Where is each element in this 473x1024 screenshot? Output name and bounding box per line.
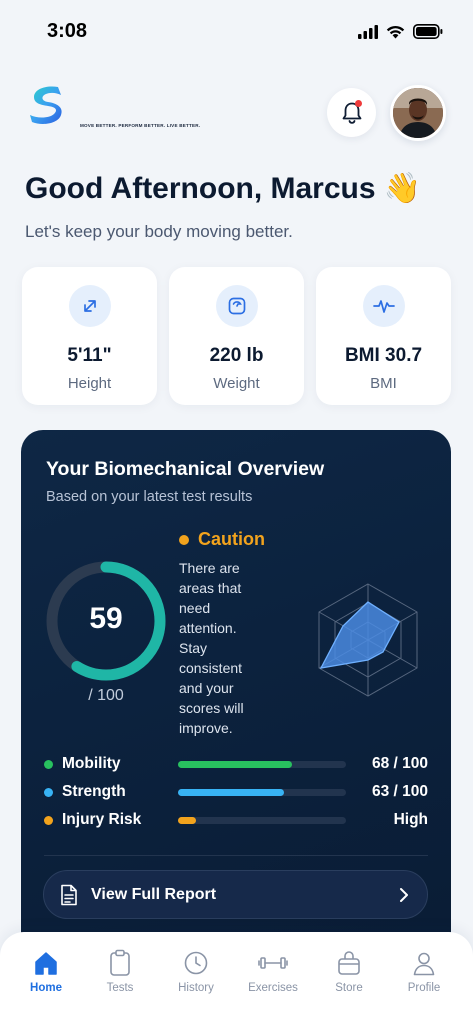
metric-track: [178, 789, 346, 796]
overview-title: Your Biomechanical Overview: [46, 458, 325, 480]
app-header: MOVE BETTER. PERFORM BETTER. LIVE BETTER…: [0, 84, 473, 144]
tab-history[interactable]: History: [157, 948, 235, 994]
bag-icon: [310, 948, 388, 978]
metric-score: High: [393, 811, 428, 828]
status-time: 3:08: [47, 20, 88, 42]
metric-dot: [44, 815, 53, 825]
radar-shape: [319, 601, 400, 669]
tab-label: Exercises: [248, 982, 298, 994]
metric-name: Mobility: [62, 755, 121, 772]
scale-icon: [215, 285, 258, 327]
metric-fill: [178, 817, 197, 824]
dumbbell-icon: [234, 948, 312, 978]
signal-icon: [358, 24, 378, 39]
stat-card-height[interactable]: 5'11" Height: [22, 267, 157, 405]
metric-score: 68 / 100: [371, 755, 428, 772]
battery-icon: [413, 24, 443, 39]
metric-row-strength: Strength 63 / 100: [44, 782, 428, 802]
stat-value: 220 lb: [209, 345, 264, 366]
status-bar: 3:08: [0, 0, 473, 62]
radar-chart: [318, 583, 418, 697]
avatar[interactable]: [390, 85, 446, 141]
home-icon: [7, 948, 85, 978]
report-button-label: View Full Report: [91, 885, 217, 903]
notification-dot: [355, 100, 362, 107]
tab-tests[interactable]: Tests: [81, 948, 159, 994]
metric-track: [178, 817, 346, 824]
overview-subtitle: Based on your latest test results: [46, 489, 253, 505]
status-description: There are areas that need attention. Sta…: [179, 560, 244, 736]
score-max: / 100: [88, 687, 124, 704]
metric-track: [178, 761, 346, 768]
tab-label: Home: [30, 982, 62, 994]
view-full-report-button[interactable]: View Full Report: [43, 870, 428, 919]
tab-label: History: [178, 982, 214, 994]
stat-value: 5'11": [67, 345, 112, 366]
metric-name: Injury Risk: [62, 811, 142, 828]
clipboard-icon: [81, 948, 159, 978]
tab-store[interactable]: Store: [310, 948, 388, 994]
metric-dot: [44, 787, 53, 797]
greeting-title: Good Afternoon, Marcus 👋: [25, 172, 422, 205]
status-dot: [179, 534, 189, 545]
avatar-portrait: [393, 88, 443, 138]
stat-label: BMI: [370, 375, 397, 392]
metric-fill: [178, 761, 293, 768]
metric-name: Strength: [62, 783, 126, 800]
tab-exercises[interactable]: Exercises: [234, 948, 312, 994]
stats-row: 5'11" Height 220 lb Weight BMI 30.7 BMI: [22, 267, 452, 405]
tab-label: Tests: [106, 982, 134, 994]
stat-label: Height: [67, 375, 112, 392]
stat-label: Weight: [213, 375, 260, 392]
logo-tagline: MOVE BETTER. PERFORM BETTER. LIVE BETTER…: [80, 123, 201, 128]
arrows-diagonal-icon: [68, 285, 111, 327]
metric-score: 63 / 100: [371, 783, 428, 800]
tab-home[interactable]: Home: [7, 948, 85, 994]
stat-card-bmi[interactable]: BMI 30.7 BMI: [316, 267, 451, 405]
stat-card-weight[interactable]: 220 lb Weight: [169, 267, 304, 405]
greeting-subtitle: Let's keep your body moving better.: [25, 222, 293, 241]
document-icon: [61, 884, 77, 906]
score-value: 59: [89, 602, 123, 635]
status-label: Caution: [198, 529, 265, 549]
tab-label: Store: [335, 982, 363, 994]
tab-profile[interactable]: Profile: [385, 948, 463, 994]
metric-row-mobility: Mobility 68 / 100: [44, 754, 428, 774]
pulse-icon: [362, 285, 405, 327]
status-icons: [358, 24, 443, 39]
status-row: Caution: [179, 529, 265, 550]
tab-label: Profile: [407, 982, 441, 994]
bottom-tab-bar: Home Tests History Exercises Store Profi…: [0, 932, 473, 1024]
biomechanical-overview-card: Your Biomechanical Overview Based on you…: [21, 430, 451, 990]
wifi-icon: [386, 25, 405, 38]
metric-fill: [178, 789, 284, 796]
logo-mark: [30, 86, 62, 124]
metric-row-injury-risk: Injury Risk High: [44, 810, 428, 830]
stat-value: BMI 30.7: [344, 345, 423, 366]
notifications-button[interactable]: [327, 88, 376, 137]
metric-dot: [44, 759, 53, 769]
divider: [44, 855, 428, 856]
clock-icon: [157, 948, 235, 978]
user-icon: [385, 948, 463, 978]
chevron-right-icon: [400, 888, 408, 902]
app-logo[interactable]: MOVE BETTER. PERFORM BETTER. LIVE BETTER…: [28, 84, 208, 132]
